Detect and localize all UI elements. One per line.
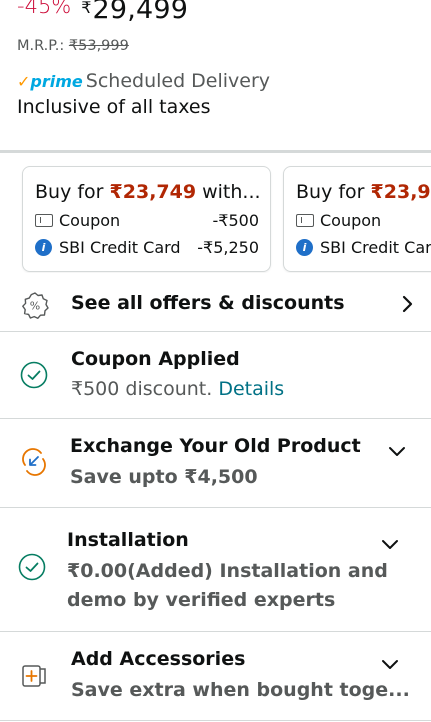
accessories-title: Add Accessories bbox=[71, 648, 246, 670]
accessories-subtitle: Save extra when bought toge... bbox=[71, 679, 410, 701]
offer-card-line: i SBI Credit Card -₹5,250 bbox=[35, 238, 259, 257]
exchange-subtitle: Save upto ₹4,500 bbox=[70, 466, 258, 488]
tax-note: Inclusive of all taxes bbox=[17, 96, 211, 118]
see-all-offers-row[interactable]: % See all offers & discounts bbox=[0, 280, 431, 330]
percent-badge-icon: % bbox=[22, 292, 49, 319]
offer-card[interactable]: Buy for ₹23,99 Coupon i SBI Credit Car bbox=[283, 166, 431, 272]
offer-card-line: i SBI Credit Car bbox=[296, 238, 431, 257]
chevron-down-icon[interactable] bbox=[387, 441, 407, 461]
add-accessory-icon bbox=[22, 665, 46, 687]
offer-price: ₹23,749 bbox=[109, 181, 197, 203]
section-divider bbox=[0, 150, 431, 153]
coupon-label: Coupon bbox=[320, 211, 382, 230]
installation-subtitle-line2: demo by verified experts bbox=[67, 589, 336, 611]
offer-title: Buy for ₹23,99 bbox=[296, 181, 431, 203]
installation-title: Installation bbox=[67, 529, 189, 551]
accessories-row[interactable]: Add Accessories Save extra when bought t… bbox=[0, 632, 431, 720]
card-label: SBI Credit Card bbox=[59, 238, 181, 257]
offers-carousel[interactable]: Buy for ₹23,749 with... Coupon -₹500 i S… bbox=[0, 165, 431, 273]
prime-logo: ✓ prime bbox=[17, 72, 83, 91]
prime-label: prime bbox=[30, 71, 83, 91]
offer-title: Buy for ₹23,749 with... bbox=[35, 181, 259, 203]
mrp: M.R.P.: ₹53,999 bbox=[17, 38, 129, 54]
chevron-down-icon[interactable] bbox=[380, 654, 400, 674]
coupon-applied-text: ₹500 discount. Details bbox=[71, 378, 284, 400]
coupon-value: -₹500 bbox=[212, 211, 260, 230]
price-row: -45% ₹ 29,499 bbox=[17, 0, 188, 25]
card-label: SBI Credit Car bbox=[320, 238, 431, 257]
see-all-offers-label: See all offers & discounts bbox=[71, 292, 345, 314]
mrp-value: ₹53,999 bbox=[68, 38, 129, 54]
coupon-label: Coupon bbox=[59, 211, 121, 230]
coupon-discount-text: ₹500 discount. bbox=[71, 378, 219, 400]
check-circle-icon bbox=[20, 361, 48, 389]
current-price: ₹ 29,499 bbox=[81, 0, 188, 25]
exchange-icon bbox=[22, 448, 46, 476]
offer-price: ₹23,99 bbox=[370, 181, 431, 203]
svg-text:%: % bbox=[30, 300, 40, 313]
offer-title-prefix: Buy for bbox=[35, 181, 110, 203]
exchange-title: Exchange Your Old Product bbox=[70, 435, 361, 457]
scheduled-delivery: Scheduled Delivery bbox=[85, 70, 271, 92]
installation-row[interactable]: Installation ₹0.00(Added) Installation a… bbox=[0, 508, 431, 631]
coupon-applied-row: Coupon Applied ₹500 discount. Details bbox=[0, 332, 431, 418]
offer-card[interactable]: Buy for ₹23,749 with... Coupon -₹500 i S… bbox=[22, 166, 271, 272]
check-circle-icon bbox=[18, 553, 46, 581]
coupon-applied-title: Coupon Applied bbox=[71, 348, 240, 370]
delivery-info: ✓ prime Scheduled Delivery bbox=[17, 70, 270, 92]
offer-title-prefix: Buy for bbox=[296, 181, 371, 203]
coupon-details-link[interactable]: Details bbox=[218, 378, 284, 400]
info-icon: i bbox=[35, 239, 52, 256]
price-amount: 29,499 bbox=[92, 0, 189, 25]
currency-symbol: ₹ bbox=[81, 0, 92, 17]
row-divider bbox=[0, 720, 431, 721]
discount-percent: -45% bbox=[17, 0, 72, 18]
offer-coupon-line: Coupon bbox=[296, 211, 431, 230]
coupon-icon bbox=[35, 214, 53, 227]
coupon-icon bbox=[296, 214, 314, 227]
card-value: -₹5,250 bbox=[197, 238, 259, 257]
installation-subtitle-line1: ₹0.00(Added) Installation and bbox=[67, 560, 388, 582]
mrp-label: M.R.P.: bbox=[17, 38, 65, 54]
offer-title-suffix: with... bbox=[196, 181, 259, 203]
offer-coupon-line: Coupon -₹500 bbox=[35, 211, 259, 230]
chevron-down-icon[interactable] bbox=[380, 534, 400, 554]
exchange-row[interactable]: Exchange Your Old Product Save upto ₹4,5… bbox=[0, 419, 431, 507]
chevron-right-icon bbox=[402, 295, 413, 313]
info-icon: i bbox=[296, 239, 313, 256]
prime-check-icon: ✓ bbox=[17, 71, 31, 91]
